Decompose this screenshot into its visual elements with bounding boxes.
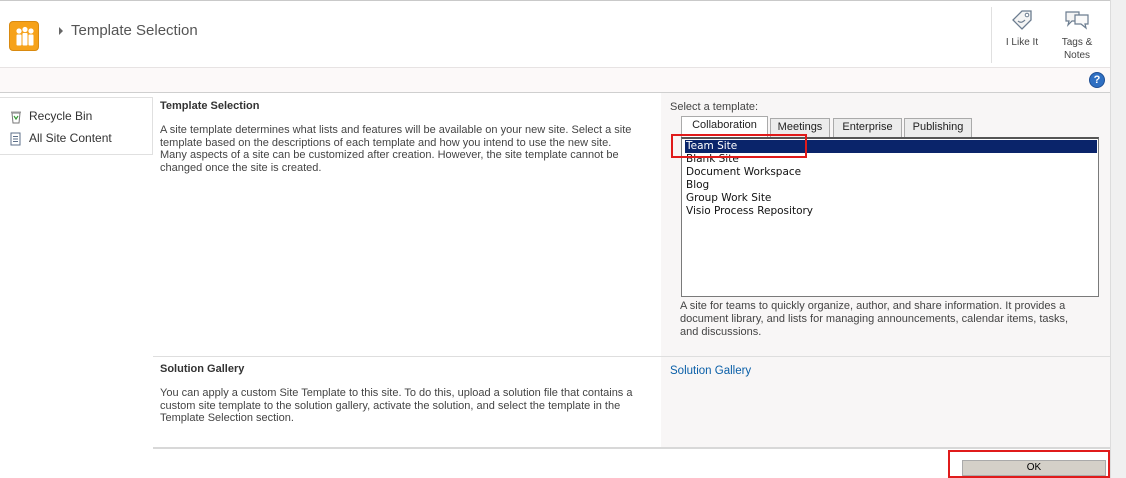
tags-notes-label-line1: Tags & <box>1061 37 1093 48</box>
site-logo-icon[interactable] <box>9 21 39 51</box>
solution-gallery-link[interactable]: Solution Gallery <box>670 365 751 377</box>
template-selection-section: Template Selection A site template deter… <box>153 93 1110 357</box>
all-site-content-icon <box>10 132 21 146</box>
ribbon-header: Template Selection I Like It Tags & Note… <box>0 0 1110 67</box>
tab-enterprise[interactable]: Enterprise <box>833 118 902 137</box>
status-bar: ? <box>0 67 1110 93</box>
recycle-bin-icon <box>11 111 21 124</box>
notes-icon <box>1065 11 1089 30</box>
i-like-it-button[interactable]: I Like It <box>998 7 1046 49</box>
section-description-column: Solution Gallery You can apply a custom … <box>153 357 661 447</box>
i-like-it-label: I Like It <box>1005 37 1039 48</box>
help-icon[interactable]: ? <box>1089 72 1105 88</box>
annotation-highlight-ok-button <box>948 450 1110 478</box>
section-description: A site template determines what lists an… <box>160 124 632 174</box>
solution-gallery-section: Solution Gallery You can apply a custom … <box>153 357 1110 447</box>
tag-icon <box>1012 10 1032 30</box>
section-description: You can apply a custom Site Template to … <box>160 387 633 424</box>
template-option-group-work-site[interactable]: Group Work Site <box>685 192 1097 205</box>
quick-launch-label: All Site Content <box>29 131 112 145</box>
quick-launch-label: Recycle Bin <box>29 109 93 123</box>
tags-notes-button[interactable]: Tags & Notes <box>1053 7 1101 62</box>
page-title: Template Selection <box>71 22 198 39</box>
tags-notes-label-line2: Notes <box>1063 50 1091 61</box>
quick-launch: Recycle Bin All Site Content <box>0 97 153 155</box>
section-title: Template Selection <box>160 100 260 112</box>
section-control-column: Solution Gallery <box>661 357 1110 447</box>
breadcrumb-arrow-icon <box>59 27 63 35</box>
vertical-scrollbar[interactable] <box>1110 0 1126 478</box>
divider <box>153 447 1110 449</box>
divider <box>991 7 992 63</box>
template-option-document-workspace[interactable]: Document Workspace <box>685 166 1097 179</box>
template-description: A site for teams to quickly organize, au… <box>680 300 1069 338</box>
template-listbox[interactable]: Team Site Blank Site Document Workspace … <box>681 137 1099 297</box>
template-option-visio-process-repository[interactable]: Visio Process Repository <box>685 205 1097 218</box>
annotation-highlight-team-site <box>671 134 807 158</box>
section-title: Solution Gallery <box>160 363 245 375</box>
select-template-label: Select a template: <box>670 101 759 113</box>
tab-publishing[interactable]: Publishing <box>904 118 972 137</box>
section-description-column: Template Selection A site template deter… <box>153 93 661 356</box>
section-control-column: Select a template: Collaboration Meeting… <box>661 93 1110 356</box>
template-option-blog[interactable]: Blog <box>685 179 1097 192</box>
